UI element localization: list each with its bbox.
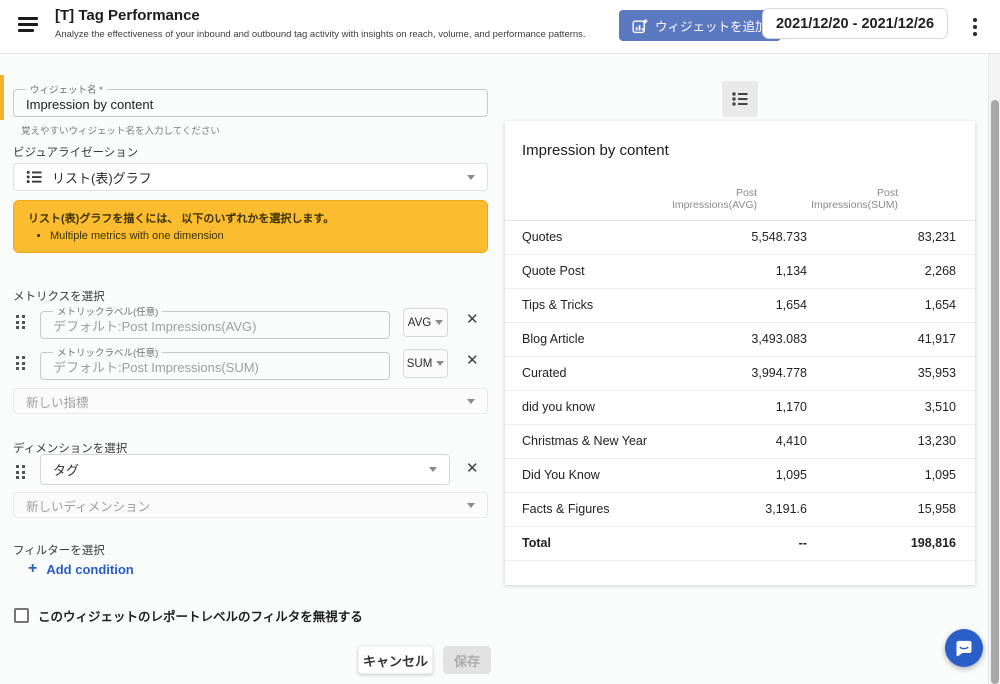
dimension-select[interactable]: タグ [40, 454, 450, 485]
chevron-down-icon [467, 175, 475, 180]
preview-title: Impression by content [522, 142, 669, 159]
chevron-down-icon [429, 467, 437, 472]
widget-name-field: ウィジェット名 * [13, 82, 488, 117]
table-row: Quotes5,548.73383,231 [505, 220, 975, 254]
chat-bubble-icon [954, 638, 974, 658]
drag-handle-icon[interactable] [16, 315, 25, 329]
warning-title: リスト(表)グラフを描くには、 以下のいずれかを選択します。 [28, 210, 473, 226]
chat-launcher-button[interactable] [945, 629, 983, 667]
chevron-down-icon [435, 320, 443, 325]
drag-handle-icon[interactable] [16, 465, 25, 479]
save-button: 保存 [443, 646, 491, 674]
add-condition-label: Add condition [46, 562, 133, 577]
table-row: Christmas & New Year4,41013,230 [505, 424, 975, 458]
dimension-row: タグ ✕ [0, 454, 490, 486]
metric-row: メトリックラベル(任意) AVG ✕ [0, 304, 490, 340]
add-widget-button[interactable]: ウィジェットを追加 [619, 10, 781, 41]
page-title: [T] Tag Performance [55, 7, 200, 24]
chevron-down-icon [467, 399, 475, 404]
warning-item: Multiple metrics with one dimension [50, 230, 473, 242]
checkbox-label: このウィジェットのレポートレベルのフィルタを無視する [38, 606, 363, 625]
col-header-sum: Post Impressions(SUM) [807, 181, 975, 220]
remove-dimension-icon[interactable]: ✕ [466, 461, 479, 476]
new-dimension-select[interactable]: 新しいディメンション [13, 492, 488, 518]
table-row: Tips & Tricks1,6541,654 [505, 288, 975, 322]
app-header: [T] Tag Performance Analyze the effectiv… [0, 0, 1000, 54]
visualization-value: リスト(表)グラフ [52, 168, 152, 187]
date-range-value: 2021/12/20 - 2021/12/26 [776, 16, 934, 32]
checkbox-unchecked[interactable] [14, 608, 29, 623]
table-total-row: Total--198,816 [505, 526, 975, 560]
new-metric-placeholder: 新しい指標 [26, 392, 89, 411]
scrollbar-thumb[interactable] [991, 100, 999, 684]
remove-metric-icon[interactable]: ✕ [466, 353, 479, 368]
col-header-avg: Post Impressions(AVG) [655, 181, 807, 220]
accent-bar [0, 75, 4, 120]
dimension-value: タグ [53, 460, 79, 479]
page-subtitle: Analyze the effectiveness of your inboun… [55, 29, 586, 40]
date-range-picker[interactable]: 2021/12/20 - 2021/12/26 [762, 8, 948, 39]
chevron-down-icon [467, 503, 475, 508]
widget-editor: ウィジェット名 * 覚えやすいウィジェット名を入力してください ビジュアライゼー… [0, 54, 1000, 684]
tag-performance-screen: [T] Tag Performance Analyze the effectiv… [0, 0, 1000, 684]
cancel-button[interactable]: キャンセル [358, 646, 433, 674]
chevron-down-icon [436, 361, 444, 366]
metric-label-field: メトリックラベル(任意) [40, 345, 390, 380]
widget-name-helper: 覚えやすいウィジェット名を入力してください [21, 123, 220, 137]
add-widget-label: ウィジェットを追加 [655, 16, 768, 35]
list-icon [731, 90, 749, 108]
remove-metric-icon[interactable]: ✕ [466, 312, 479, 327]
table-row: Did You Know1,0951,095 [505, 458, 975, 492]
widget-name-label: ウィジェット名 * [26, 82, 107, 96]
drag-handle-icon[interactable] [16, 356, 25, 370]
table-header-row: Post Impressions(AVG) Post Impressions(S… [505, 181, 975, 220]
metric-label-input[interactable] [51, 360, 379, 382]
metric-row: メトリックラベル(任意) SUM ✕ [0, 345, 490, 381]
metric-label-input[interactable] [51, 319, 379, 341]
filters-section-label: フィルターを選択 [13, 542, 105, 558]
metric-label-caption: メトリックラベル(任意) [53, 345, 162, 359]
kebab-menu-icon[interactable] [969, 16, 981, 38]
aggregation-select[interactable]: SUM [403, 349, 448, 378]
new-dimension-placeholder: 新しいディメンション [26, 496, 150, 515]
table-row: Quote Post1,1342,268 [505, 254, 975, 288]
scrollbar-track[interactable] [988, 54, 1000, 684]
ignore-report-filter-checkbox-row[interactable]: このウィジェットのレポートレベルのフィルタを無視する [14, 606, 363, 625]
add-widget-chart-icon [632, 18, 648, 34]
aggregation-value: SUM [407, 358, 433, 370]
preview-table: Post Impressions(AVG) Post Impressions(S… [505, 181, 975, 561]
new-metric-select[interactable]: 新しい指標 [13, 388, 488, 414]
metric-label-field: メトリックラベル(任意) [40, 304, 390, 339]
chart-type-toggle-button[interactable] [722, 81, 758, 117]
table-row: Curated3,994.77835,953 [505, 356, 975, 390]
table-row: Blog Article3,493.08341,917 [505, 322, 975, 356]
metric-label-caption: メトリックラベル(任意) [53, 304, 162, 318]
metrics-section-label: メトリクスを選択 [13, 288, 105, 304]
visualization-warning: リスト(表)グラフを描くには、 以下のいずれかを選択します。 Multiple … [13, 200, 488, 253]
add-condition-button[interactable]: + Add condition [28, 561, 134, 577]
table-row: Facts & Figures3,191.615,958 [505, 492, 975, 526]
aggregation-select[interactable]: AVG [403, 308, 448, 337]
plus-icon: + [28, 561, 37, 577]
widget-preview-card: Impression by content Post Impressions(A… [505, 121, 975, 585]
hamburger-menu-icon[interactable] [18, 17, 38, 34]
table-row: did you know1,1703,510 [505, 390, 975, 424]
widget-name-input[interactable] [24, 97, 477, 119]
aggregation-value: AVG [408, 317, 431, 329]
visualization-select[interactable]: リスト(表)グラフ [13, 163, 488, 191]
list-chart-icon [26, 169, 42, 185]
visualization-label: ビジュアライゼーション [13, 144, 138, 160]
